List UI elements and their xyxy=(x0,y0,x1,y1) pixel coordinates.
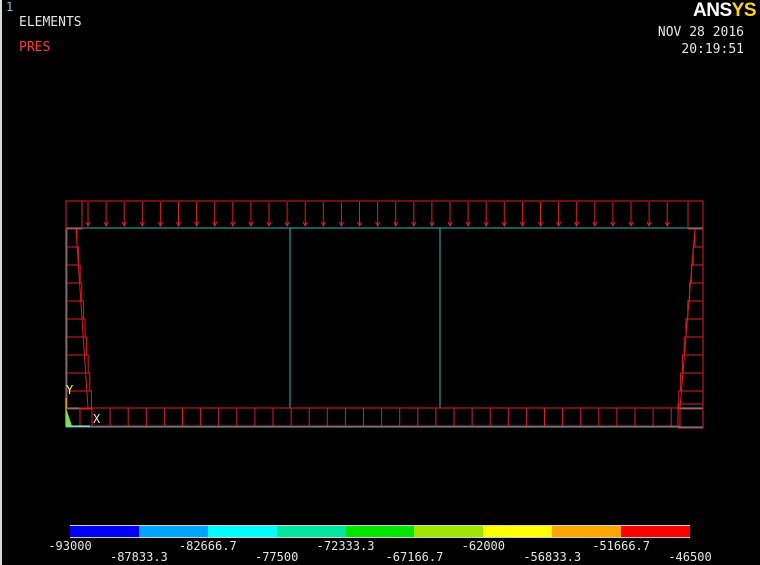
right-web-pressure-segment xyxy=(694,228,704,248)
right-web-pressure-segment xyxy=(692,246,704,266)
legend-label-bottom: -46500 xyxy=(668,550,712,564)
left-web-pressure-segment xyxy=(66,228,78,248)
element-mesh xyxy=(65,200,704,428)
legend-label-bottom: -56833.3 xyxy=(523,550,582,564)
legend-label-bottom: -87833.3 xyxy=(109,550,168,564)
legend-label-top: -82666.7 xyxy=(178,539,237,553)
legend-color-swatch xyxy=(414,525,484,538)
right-web-pressure-segment xyxy=(678,390,704,410)
legend-color-swatch xyxy=(483,525,553,538)
legend-label-bottom: -67166.7 xyxy=(385,550,444,564)
top-right-pressure-block xyxy=(687,200,704,230)
right-web-pressure-segment xyxy=(687,300,704,320)
legend-color-swatch xyxy=(276,525,347,538)
legend-color-swatch xyxy=(138,525,209,538)
legend-color-swatch xyxy=(70,525,140,538)
legend-label-top: -93000 xyxy=(48,539,92,553)
right-web-pressure-segment xyxy=(681,354,704,374)
right-web-pressure-segment xyxy=(680,372,704,392)
triad-origin-marker xyxy=(66,408,72,426)
model-viewport[interactable]: Y X xyxy=(0,0,760,565)
bottom-pressure-band xyxy=(79,407,681,427)
legend-color-swatch xyxy=(345,525,415,538)
triad-x-label: X xyxy=(93,412,101,426)
legend-color-swatch xyxy=(621,525,691,538)
legend-label-top: -62000 xyxy=(461,539,506,553)
box-outline xyxy=(65,200,704,428)
left-web-pressure-segment xyxy=(66,246,80,266)
legend-color-swatch xyxy=(552,525,622,538)
triad-y-label: Y xyxy=(66,383,74,397)
right-web-pressure-segment xyxy=(685,318,704,338)
legend-color-swatch xyxy=(207,525,278,538)
legend-label-bottom: -77500 xyxy=(254,550,299,564)
pressure-symbols xyxy=(65,200,704,429)
right-web-pressure-segment xyxy=(689,282,704,302)
legend-label-top: -51666.7 xyxy=(592,539,651,553)
legend-label-top: -72333.3 xyxy=(316,539,375,553)
top-left-pressure-block xyxy=(65,200,83,230)
right-web-pressure-segment xyxy=(690,264,704,284)
coordinate-triad: Y X xyxy=(65,383,101,427)
right-web-pressure-segment xyxy=(683,336,704,356)
